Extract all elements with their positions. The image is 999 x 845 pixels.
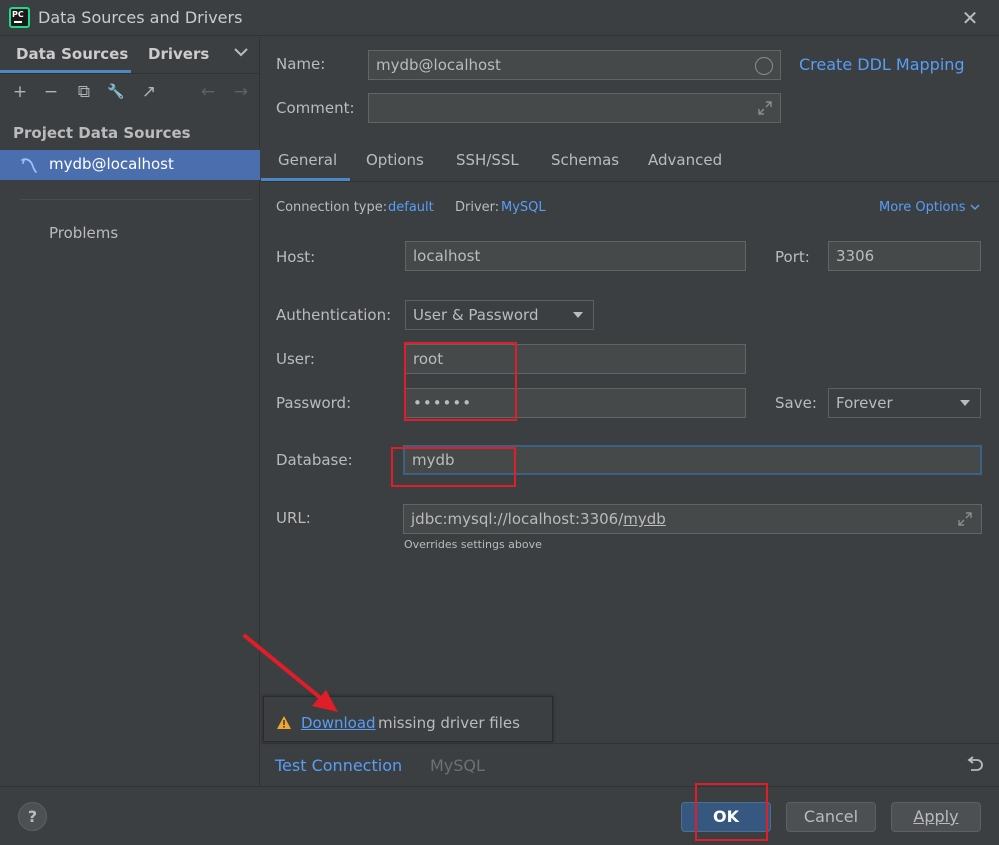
notice-text: missing driver files bbox=[378, 714, 520, 732]
dropdown-arrow-icon bbox=[573, 312, 583, 318]
forward-arrow-icon[interactable]: → bbox=[230, 81, 252, 103]
revert-icon[interactable] bbox=[965, 756, 985, 774]
left-panel: Data Sources Drivers + − ⧉ 🔧 ↗ ← → Proje… bbox=[0, 37, 260, 786]
divider bbox=[0, 73, 260, 74]
chevron-down-icon bbox=[970, 204, 980, 211]
divider bbox=[261, 181, 999, 182]
more-options-link[interactable]: More Options bbox=[879, 200, 980, 215]
save-label: Save: bbox=[775, 394, 817, 412]
help-button[interactable]: ? bbox=[18, 802, 47, 831]
name-input[interactable]: mydb@localhost bbox=[368, 50, 781, 80]
tab-drivers[interactable]: Drivers bbox=[148, 45, 209, 63]
comment-input[interactable] bbox=[368, 93, 781, 123]
driver-name-label: MySQL bbox=[430, 756, 485, 775]
driver-link[interactable]: MySQL bbox=[501, 200, 546, 215]
user-label: User: bbox=[276, 350, 315, 368]
url-label: URL: bbox=[276, 509, 311, 527]
title-bar: PC Data Sources and Drivers ✕ bbox=[0, 0, 999, 36]
authentication-value: User & Password bbox=[413, 306, 539, 324]
host-label: Host: bbox=[276, 248, 316, 266]
divider bbox=[20, 199, 252, 200]
duplicate-icon[interactable]: ⧉ bbox=[73, 81, 95, 103]
problems-item[interactable]: Problems bbox=[49, 224, 118, 242]
cancel-button[interactable]: Cancel bbox=[786, 802, 876, 832]
save-select[interactable]: Forever bbox=[828, 388, 981, 418]
url-database: mydb bbox=[623, 510, 666, 528]
annotation-box-database bbox=[391, 447, 516, 487]
connection-type-link[interactable]: default bbox=[388, 200, 434, 215]
create-ddl-mapping-link[interactable]: Create DDL Mapping bbox=[799, 55, 965, 74]
annotation-box-credentials bbox=[404, 342, 517, 421]
annotation-box-ok bbox=[695, 783, 768, 841]
sidebar-item-mydb[interactable]: mydb@localhost bbox=[0, 150, 260, 180]
url-input[interactable]: jdbc:mysql://localhost:3306/mydb bbox=[403, 504, 982, 534]
sidebar-item-label: mydb@localhost bbox=[49, 155, 174, 173]
apply-button[interactable]: Apply bbox=[891, 802, 981, 832]
remove-icon[interactable]: − bbox=[40, 81, 62, 103]
host-input[interactable]: localhost bbox=[405, 241, 746, 271]
annotation-arrow bbox=[243, 634, 338, 712]
divider bbox=[0, 786, 999, 787]
url-hint: Overrides settings above bbox=[404, 538, 542, 551]
tab-general[interactable]: General bbox=[278, 151, 337, 169]
save-value: Forever bbox=[836, 394, 893, 412]
dropdown-arrow-icon bbox=[960, 400, 970, 406]
wrench-icon[interactable]: 🔧 bbox=[105, 81, 127, 103]
close-button[interactable]: ✕ bbox=[958, 6, 982, 30]
database-label: Database: bbox=[276, 451, 353, 469]
chevron-down-icon[interactable] bbox=[234, 47, 248, 57]
color-circle-icon[interactable] bbox=[755, 57, 773, 75]
pycharm-logo-icon: PC bbox=[9, 7, 30, 28]
comment-label: Comment: bbox=[276, 99, 355, 117]
driver-label: Driver: bbox=[455, 200, 500, 215]
port-input[interactable]: 3306 bbox=[828, 241, 981, 271]
tab-options[interactable]: Options bbox=[366, 151, 424, 169]
url-prefix: jdbc:mysql://localhost:3306/ bbox=[411, 510, 624, 528]
export-icon[interactable]: ↗ bbox=[138, 81, 160, 103]
authentication-select[interactable]: User & Password bbox=[405, 300, 594, 330]
divider bbox=[261, 743, 999, 744]
name-value: mydb@localhost bbox=[376, 56, 501, 74]
tab-ssh-ssl[interactable]: SSH/SSL bbox=[456, 151, 519, 169]
more-options-label: More Options bbox=[879, 200, 966, 215]
test-connection-link[interactable]: Test Connection bbox=[275, 756, 402, 775]
connection-type-label: Connection type: bbox=[276, 200, 388, 215]
name-label: Name: bbox=[276, 55, 326, 73]
port-label: Port: bbox=[775, 248, 810, 266]
tab-schemas[interactable]: Schemas bbox=[551, 151, 619, 169]
authentication-label: Authentication: bbox=[276, 306, 392, 324]
expand-icon[interactable] bbox=[957, 511, 973, 527]
expand-icon[interactable] bbox=[757, 100, 773, 116]
back-arrow-icon[interactable]: ← bbox=[197, 81, 219, 103]
window-title: Data Sources and Drivers bbox=[38, 8, 243, 27]
tab-advanced[interactable]: Advanced bbox=[648, 151, 722, 169]
password-label: Password: bbox=[276, 394, 352, 412]
section-title: Project Data Sources bbox=[13, 124, 191, 142]
add-icon[interactable]: + bbox=[9, 81, 31, 103]
mysql-dolphin-icon bbox=[21, 158, 37, 173]
tab-data-sources[interactable]: Data Sources bbox=[16, 45, 128, 63]
